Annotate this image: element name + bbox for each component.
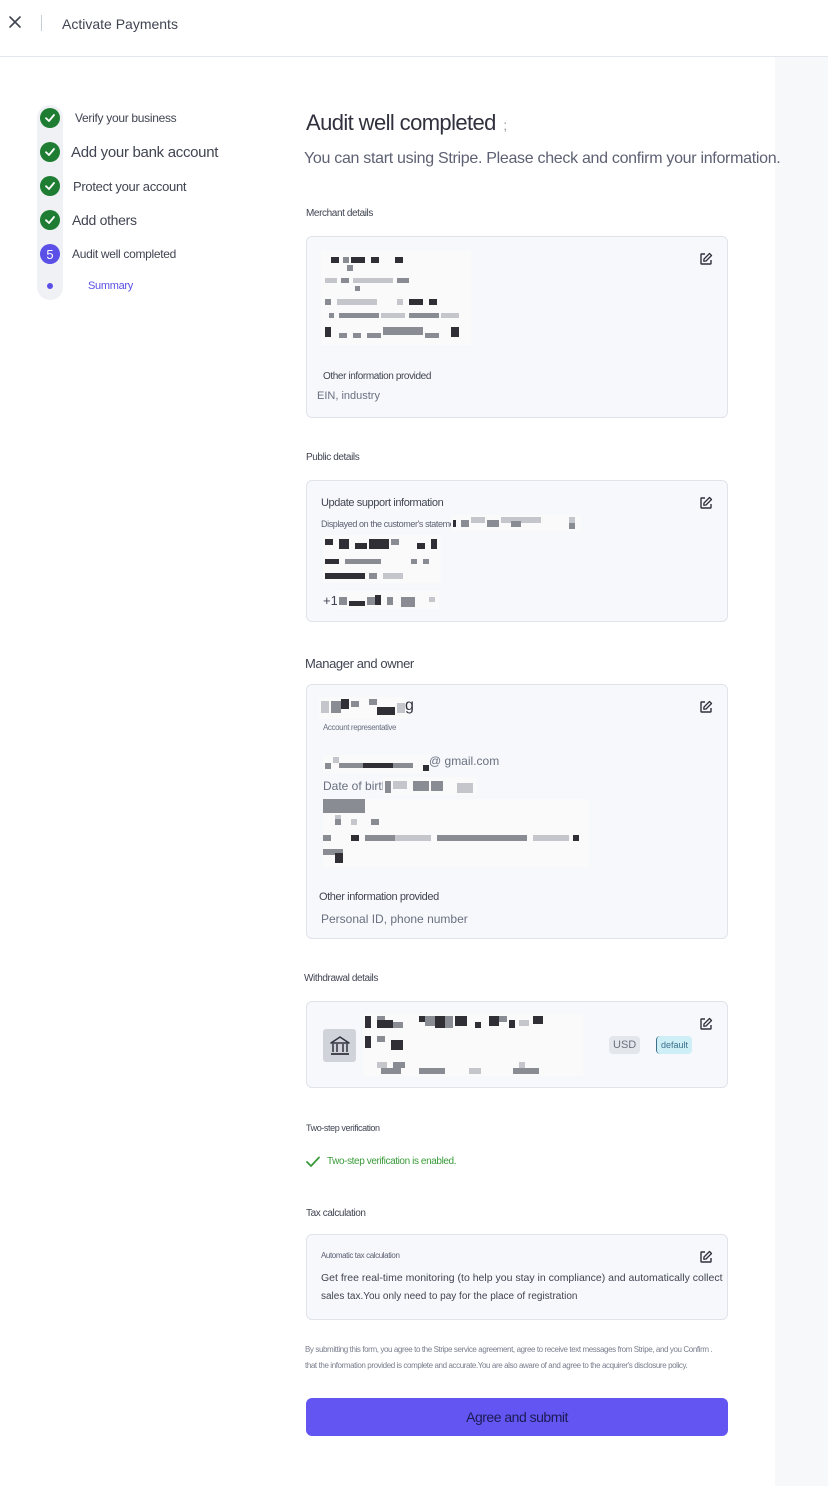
tax-card: Automatic tax calculation Get free real-…	[306, 1234, 728, 1320]
redacted-dob	[383, 777, 477, 795]
tax-desc-line2: sales tax.You only need to pay for the p…	[321, 1291, 578, 1302]
step-audit-completed[interactable]: 5 Audit well completed	[40, 244, 176, 264]
right-rail	[775, 57, 828, 1486]
owner-other-info-value: Personal ID, phone number	[321, 912, 468, 926]
check-icon	[40, 142, 60, 162]
header-divider	[41, 15, 42, 31]
page-title-text: Audit well completed	[306, 110, 496, 135]
page-title: Audit well completed ;	[306, 110, 507, 136]
edit-icon[interactable]	[699, 252, 713, 266]
owner-card: g Account representative @ gmail.com Dat…	[306, 684, 728, 939]
statement-label: Displayed on the customer's statement as	[321, 519, 472, 529]
check-icon	[40, 176, 60, 196]
owner-role: Account representative	[323, 723, 397, 732]
withdrawal-section-label: Withdrawal details	[304, 973, 378, 984]
default-badge: default	[656, 1036, 693, 1054]
currency-badge: USD	[609, 1036, 641, 1054]
redacted-statement-descriptor	[451, 515, 581, 531]
redacted-phone	[337, 591, 439, 609]
tax-desc-line1: Get free real-time monitoring (to help y…	[321, 1272, 723, 1284]
twostep-status: Two-step verification is enabled.	[327, 1156, 457, 1167]
step-label: Protect your account	[73, 178, 187, 194]
tax-title: Automatic tax calculation	[321, 1251, 400, 1260]
redacted-bank-account	[363, 1014, 583, 1076]
step-bank-account[interactable]: Add your bank account	[40, 142, 218, 162]
stepper-track	[37, 105, 63, 300]
step-summary[interactable]: Summary	[40, 280, 133, 292]
page-header-title: Activate Payments	[62, 16, 178, 32]
check-icon	[40, 210, 60, 230]
bank-icon	[323, 1029, 356, 1062]
redacted-merchant-info	[321, 251, 471, 345]
merchant-section-label: Merchant details	[306, 208, 373, 219]
public-card: Update support information Displayed on …	[306, 480, 728, 622]
owner-section-label: Manager and owner	[305, 656, 414, 671]
close-icon[interactable]	[6, 13, 24, 31]
step-add-others[interactable]: Add others	[40, 210, 137, 230]
other-info-value: EIN, industry	[317, 390, 380, 402]
step-protect-account[interactable]: Protect your account	[40, 176, 187, 196]
edit-icon[interactable]	[699, 496, 713, 510]
step-verify-business[interactable]: Verify your business	[40, 108, 177, 128]
legal-text-line2: that the information provided is complet…	[305, 1361, 688, 1370]
check-icon	[40, 108, 60, 128]
withdrawal-card: USD default	[306, 1001, 728, 1088]
owner-other-info-label: Other information provided	[319, 891, 439, 903]
email-suffix: @ gmail.com	[429, 754, 500, 768]
edit-icon[interactable]	[699, 1017, 713, 1031]
public-section-label: Public details	[306, 452, 360, 463]
legal-text-line1: By submitting this form, you agree to th…	[305, 1345, 713, 1354]
other-info-label: Other information provided	[323, 371, 431, 382]
phone-prefix: +1	[323, 593, 338, 608]
twostep-section-label: Two-step verification	[306, 1123, 380, 1133]
tax-section-label: Tax calculation	[306, 1208, 366, 1219]
title-suffix: ;	[503, 117, 507, 133]
edit-icon[interactable]	[699, 700, 713, 714]
check-icon	[306, 1155, 320, 1167]
owner-name-suffix: g	[405, 697, 414, 714]
step-label: Audit well completed	[72, 247, 177, 261]
current-dot-icon	[47, 283, 53, 289]
step-label: Verify your business	[75, 111, 177, 125]
redacted-owner-address	[323, 799, 589, 867]
redacted-support-address	[323, 535, 441, 583]
step-label: Add your bank account	[71, 143, 219, 161]
step-label: Summary	[88, 280, 133, 292]
dob-label: Date of birth:	[323, 779, 392, 793]
support-info-title: Update support information	[321, 497, 444, 509]
page-subtitle: You can start using Stripe. Please check…	[304, 150, 781, 167]
step-label: Add others	[72, 212, 137, 228]
merchant-card: Other information provided EIN, industry	[306, 236, 728, 418]
top-bar: Activate Payments	[0, 0, 828, 57]
step-number: 5	[40, 244, 60, 264]
redacted-owner-name	[319, 697, 407, 719]
edit-icon[interactable]	[699, 1250, 713, 1264]
agree-and-submit-button[interactable]: Agree and submit	[306, 1398, 728, 1436]
redacted-email	[323, 755, 429, 773]
